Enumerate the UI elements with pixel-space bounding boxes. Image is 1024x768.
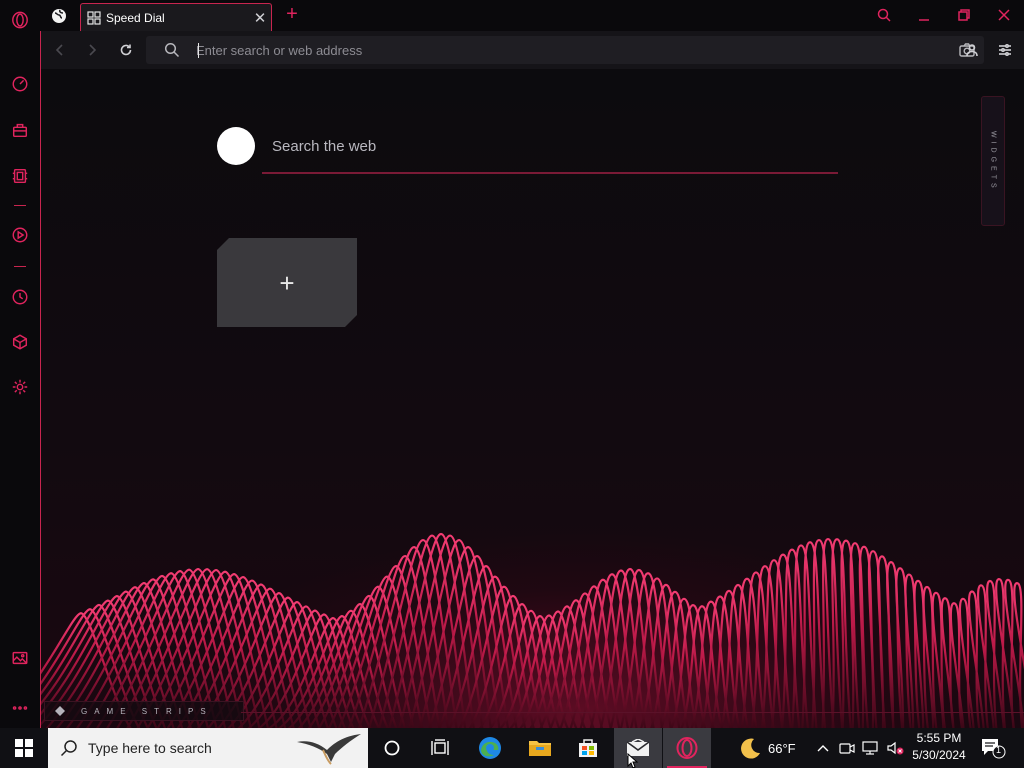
widgets-panel-toggle[interactable]: WIDGETS <box>981 96 1005 226</box>
close-tab-icon[interactable]: ✕ <box>249 7 271 29</box>
game-strips-divider <box>241 712 1024 713</box>
meet-now-icon[interactable] <box>837 738 857 758</box>
globe-tab-icon[interactable] <box>46 4 72 28</box>
windows-logo-icon <box>15 739 33 757</box>
search-the-web-placeholder: Search the web <box>272 138 377 155</box>
tab-speed-dial[interactable]: Speed Dial ✕ <box>80 3 272 31</box>
history-icon[interactable] <box>8 285 32 309</box>
screen: Speed Dial ✕ + Enter search or web addre… <box>0 0 1024 768</box>
speedometer-icon[interactable] <box>8 72 32 96</box>
volume-muted-icon[interactable] <box>885 738 905 758</box>
opera-logo-icon[interactable] <box>8 8 32 32</box>
game-strips-icon <box>55 706 65 716</box>
navigation-bar <box>40 31 1024 69</box>
notification-count-badge: 1 <box>996 745 1002 755</box>
wave-ridge-line <box>986 579 1005 728</box>
cortana-icon[interactable] <box>368 728 416 768</box>
sidebar-separator <box>14 266 26 267</box>
tab-strip: Speed Dial ✕ + <box>40 0 1024 31</box>
notification-icon <box>982 739 1006 759</box>
settings-icon[interactable] <box>8 375 32 399</box>
new-tab-button[interactable]: + <box>282 4 302 26</box>
clock-date: 5/30/2024 <box>912 748 966 762</box>
plus-icon: + <box>279 267 295 298</box>
speed-dial-page: Search the web + WIDGETS GAME STRIPS <box>40 69 1024 728</box>
speed-dial-grid-icon <box>87 10 101 25</box>
stack-icon[interactable] <box>8 164 32 188</box>
text-cursor <box>198 43 199 58</box>
edge-icon[interactable] <box>466 728 514 768</box>
taskbar-search-placeholder: Type here to search <box>88 740 212 756</box>
weather-widget[interactable]: 66°F <box>736 728 808 768</box>
search-the-web-box[interactable]: Search the web <box>217 127 839 175</box>
show-hidden-icons-chevron-icon[interactable] <box>813 738 833 758</box>
address-input[interactable] <box>196 39 916 61</box>
forward-button[interactable] <box>81 39 103 61</box>
clock-time: 5:55 PM <box>916 731 962 745</box>
mouse-cursor-icon <box>627 753 639 768</box>
close-window-button[interactable] <box>990 4 1018 26</box>
wave-ridge-line <box>876 555 895 728</box>
widgets-label: WIDGETS <box>989 130 997 192</box>
easy-setup-icon[interactable] <box>994 39 1016 61</box>
windows-taskbar: Type here to search 66°F 5:55 PM 5/30/20… <box>0 728 1024 768</box>
weather-temperature: 66°F <box>768 740 796 756</box>
back-button[interactable] <box>49 39 71 61</box>
sidebar <box>0 0 40 728</box>
wave-ridge-line <box>1013 582 1024 728</box>
minimize-button[interactable] <box>910 4 938 26</box>
more-icon[interactable] <box>8 696 32 720</box>
account-icon[interactable] <box>961 39 983 61</box>
tab-title: Speed Dial <box>106 10 165 25</box>
address-bar[interactable] <box>146 36 984 64</box>
restore-button[interactable] <box>950 4 978 26</box>
opera-gx-taskbar-icon[interactable] <box>663 728 711 768</box>
game-strips-bar[interactable]: GAME STRIPS <box>44 701 244 721</box>
task-view-icon[interactable] <box>416 728 464 768</box>
moon-icon <box>741 738 760 759</box>
wallpaper-icon[interactable] <box>8 646 32 670</box>
search-icon <box>60 740 77 757</box>
microsoft-store-icon[interactable] <box>564 728 612 768</box>
search-engine-logo <box>217 127 255 165</box>
search-underline <box>262 172 838 174</box>
cube-icon[interactable] <box>8 330 32 354</box>
file-explorer-icon[interactable] <box>516 728 564 768</box>
sidebar-separator <box>14 205 26 206</box>
game-strips-label: GAME STRIPS <box>81 706 213 716</box>
briefcase-icon[interactable] <box>8 118 32 142</box>
reload-button[interactable] <box>115 39 137 61</box>
search-tabs-icon[interactable] <box>870 4 898 26</box>
taskbar-search-box[interactable]: Type here to search <box>48 728 368 768</box>
search-icon <box>164 42 180 58</box>
background-wave-graphic <box>41 532 1024 728</box>
network-icon[interactable] <box>861 738 881 758</box>
notification-center-button[interactable]: 1 <box>978 735 1008 761</box>
player-icon[interactable] <box>8 223 32 247</box>
system-clock[interactable]: 5:55 PM 5/30/2024 <box>905 730 973 766</box>
start-button[interactable] <box>0 728 48 768</box>
search-highlight-bird-image <box>297 734 361 765</box>
add-speed-dial-tile[interactable]: + <box>217 238 357 327</box>
